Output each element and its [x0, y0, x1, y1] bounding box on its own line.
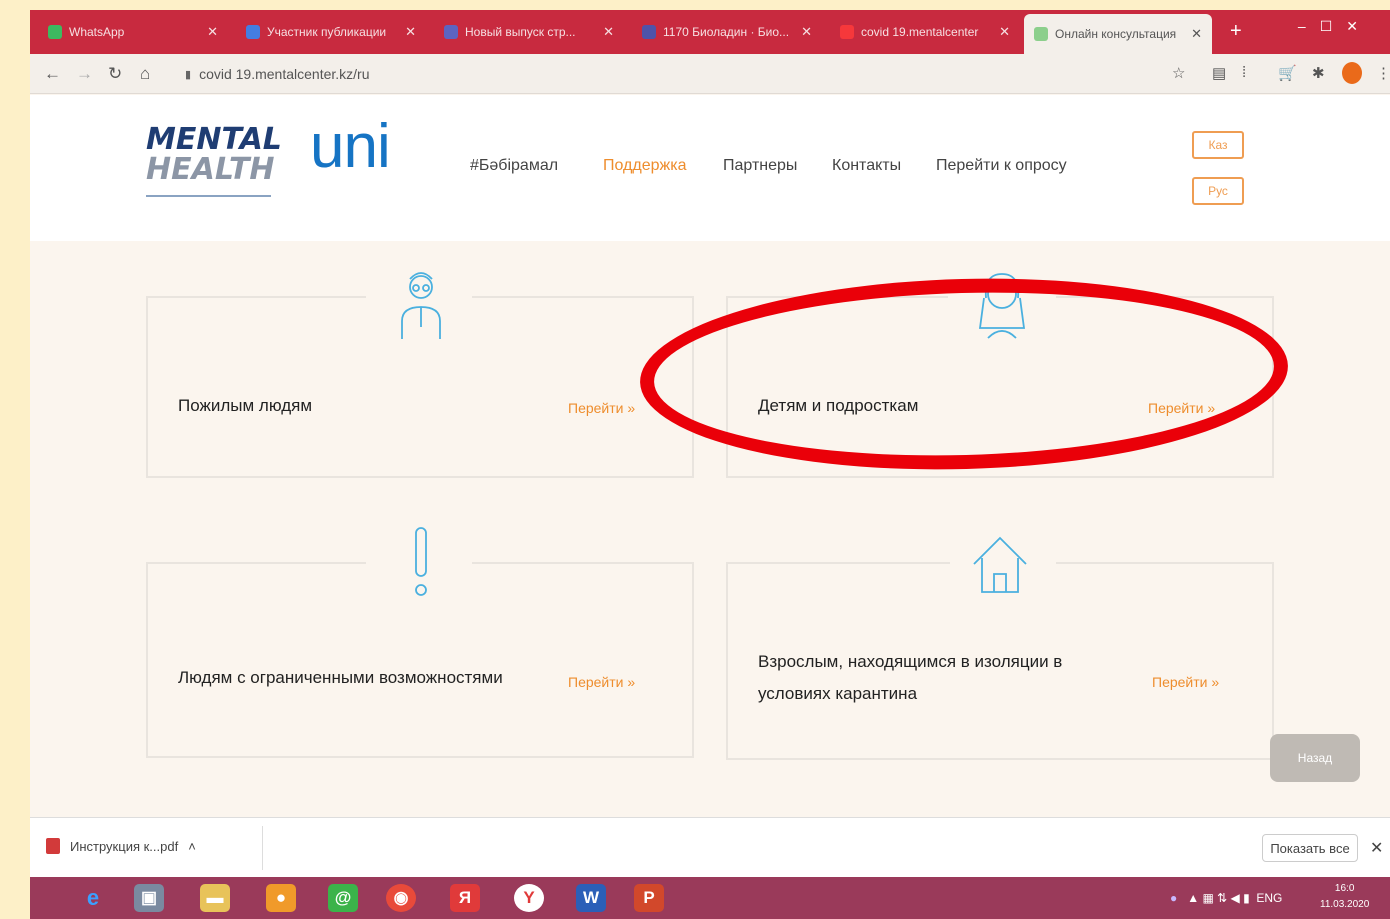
show-all-button[interactable]: Показать все — [1262, 834, 1358, 862]
card-label: Людям с ограниченными возможностями — [178, 668, 503, 687]
url-field[interactable]: ▮ covid 19.mentalcenter.kz/ru — [185, 66, 369, 82]
powerpoint-icon[interactable]: P — [634, 884, 664, 912]
elderly-person-icon — [398, 267, 444, 346]
window-controls[interactable]: –☐✕ — [1298, 18, 1372, 35]
nav-babiramal[interactable]: #Бәбірамал — [470, 157, 558, 175]
close-icon[interactable]: ✕ — [207, 24, 218, 40]
site-favicon-icon — [1034, 27, 1048, 41]
reading-list-icon[interactable]: ▤ — [1212, 64, 1226, 82]
tab-participant[interactable]: Участник публикации ✕ — [236, 16, 426, 48]
go-link[interactable]: Перейти » — [1152, 674, 1219, 690]
mental-health-logo[interactable]: MENTAL HEALTH — [146, 125, 282, 197]
logo-tagline — [146, 195, 271, 197]
nav-support[interactable]: Поддержка — [603, 157, 686, 175]
menu-icon[interactable]: ⋮ — [1376, 64, 1390, 82]
download-item[interactable]: Инструкция к...pdf ˄ — [46, 838, 196, 854]
whatsapp-icon — [48, 25, 62, 39]
screen: WhatsApp ✕ Участник публикации ✕ Новый в… — [30, 10, 1390, 919]
media-icon[interactable]: ● — [266, 884, 296, 912]
extension-icon[interactable]: ⁞ — [1242, 64, 1246, 81]
card-label-line2: условиях карантина — [758, 684, 918, 703]
lang-kaz-button[interactable]: Каз — [1192, 131, 1244, 159]
site-header: MENTAL HEALTH uni #Бәбірамал Поддержка П… — [30, 95, 1390, 241]
address-bar: ← → ↻ ⌂ ▮ covid 19.mentalcenter.kz/ru ☆ … — [30, 54, 1390, 94]
tray-icons: ▲ ▦ ⇅ ◀ ▮ — [1180, 891, 1254, 905]
go-link[interactable]: Перейти » — [568, 400, 635, 416]
card-label: Пожилым людям — [178, 396, 313, 415]
nav-survey[interactable]: Перейти к опросу — [936, 157, 1067, 175]
zoom-icon — [246, 25, 260, 39]
close-icon[interactable]: ✕ — [1191, 26, 1202, 42]
back-button[interactable]: Назад — [1270, 734, 1360, 782]
chevron-up-icon[interactable]: ˄ — [188, 839, 196, 854]
forward-arrow-icon[interactable]: → — [76, 64, 93, 84]
app-icon[interactable]: ▣ — [134, 884, 164, 912]
yandex-icon — [840, 25, 854, 39]
profile-avatar[interactable] — [1342, 62, 1362, 84]
reload-icon[interactable]: ↻ — [108, 64, 122, 84]
mail-icon[interactable]: @ — [328, 884, 358, 912]
lang-rus-button[interactable]: Рус — [1192, 177, 1244, 205]
tab-biology[interactable]: 1170 Биоладин · Био... ✕ — [632, 16, 822, 48]
info-icon[interactable]: ▮ — [185, 68, 191, 81]
folder-icon[interactable]: ▬ — [200, 884, 230, 912]
tab-covid[interactable]: covid 19.mentalcenter ✕ — [830, 16, 1020, 48]
house-icon — [970, 534, 1030, 601]
new-tab-button[interactable]: + — [1230, 20, 1242, 43]
home-icon[interactable]: ⌂ — [140, 64, 150, 84]
tab-new-issue[interactable]: Новый выпуск стр... ✕ — [434, 16, 624, 48]
pdf-icon — [46, 838, 60, 854]
close-icon[interactable]: ✕ — [1370, 838, 1383, 858]
system-tray[interactable]: ● ▲ ▦ ⇅ ◀ ▮ ENG — [1170, 891, 1282, 905]
document-icon — [642, 25, 656, 39]
exclamation-icon — [408, 526, 434, 605]
yandex-browser-icon[interactable]: Y — [514, 884, 544, 912]
language-indicator[interactable]: ENG — [1256, 891, 1282, 905]
close-icon[interactable]: ✕ — [801, 24, 812, 40]
yandex-icon[interactable]: Я — [450, 884, 480, 912]
tab-whatsapp[interactable]: WhatsApp ✕ — [38, 16, 228, 48]
star-icon[interactable]: ☆ — [1172, 64, 1185, 82]
word-icon[interactable]: W — [576, 884, 606, 912]
close-icon[interactable]: ✕ — [405, 24, 416, 40]
ie-icon[interactable]: e — [78, 884, 108, 912]
close-icon[interactable]: ✕ — [999, 24, 1010, 40]
puzzle-icon[interactable]: ✱ — [1312, 64, 1325, 82]
tab-online-consultation[interactable]: Онлайн консультация ✕ — [1024, 14, 1212, 54]
back-arrow-icon[interactable]: ← — [44, 64, 61, 84]
uni-logo: uni — [310, 112, 391, 181]
clock[interactable]: 16:0 11.03.2020 — [1320, 881, 1369, 913]
card-label-line1: Взрослым, находящимся в изоляции в — [758, 652, 1063, 671]
downloads-bar: Инструкция к...pdf ˄ Показать все ✕ — [30, 817, 1390, 877]
browser-tab-strip: WhatsApp ✕ Участник публикации ✕ Новый в… — [30, 10, 1390, 54]
alice-icon[interactable]: ● — [1170, 891, 1177, 905]
site-icon — [444, 25, 458, 39]
cart-icon[interactable]: 🛒 — [1278, 64, 1297, 82]
go-link[interactable]: Перейти » — [568, 674, 635, 690]
close-icon[interactable]: ✕ — [603, 24, 614, 40]
chrome-icon[interactable]: ◉ — [386, 884, 416, 912]
divider — [262, 826, 263, 870]
taskbar: e ▣ ▬ ● @ ◉ Я Y W P ● ▲ ▦ ⇅ ◀ ▮ ENG 16:0… — [30, 877, 1390, 919]
nav-contacts[interactable]: Контакты — [832, 157, 901, 175]
nav-partners[interactable]: Партнеры — [723, 157, 797, 175]
